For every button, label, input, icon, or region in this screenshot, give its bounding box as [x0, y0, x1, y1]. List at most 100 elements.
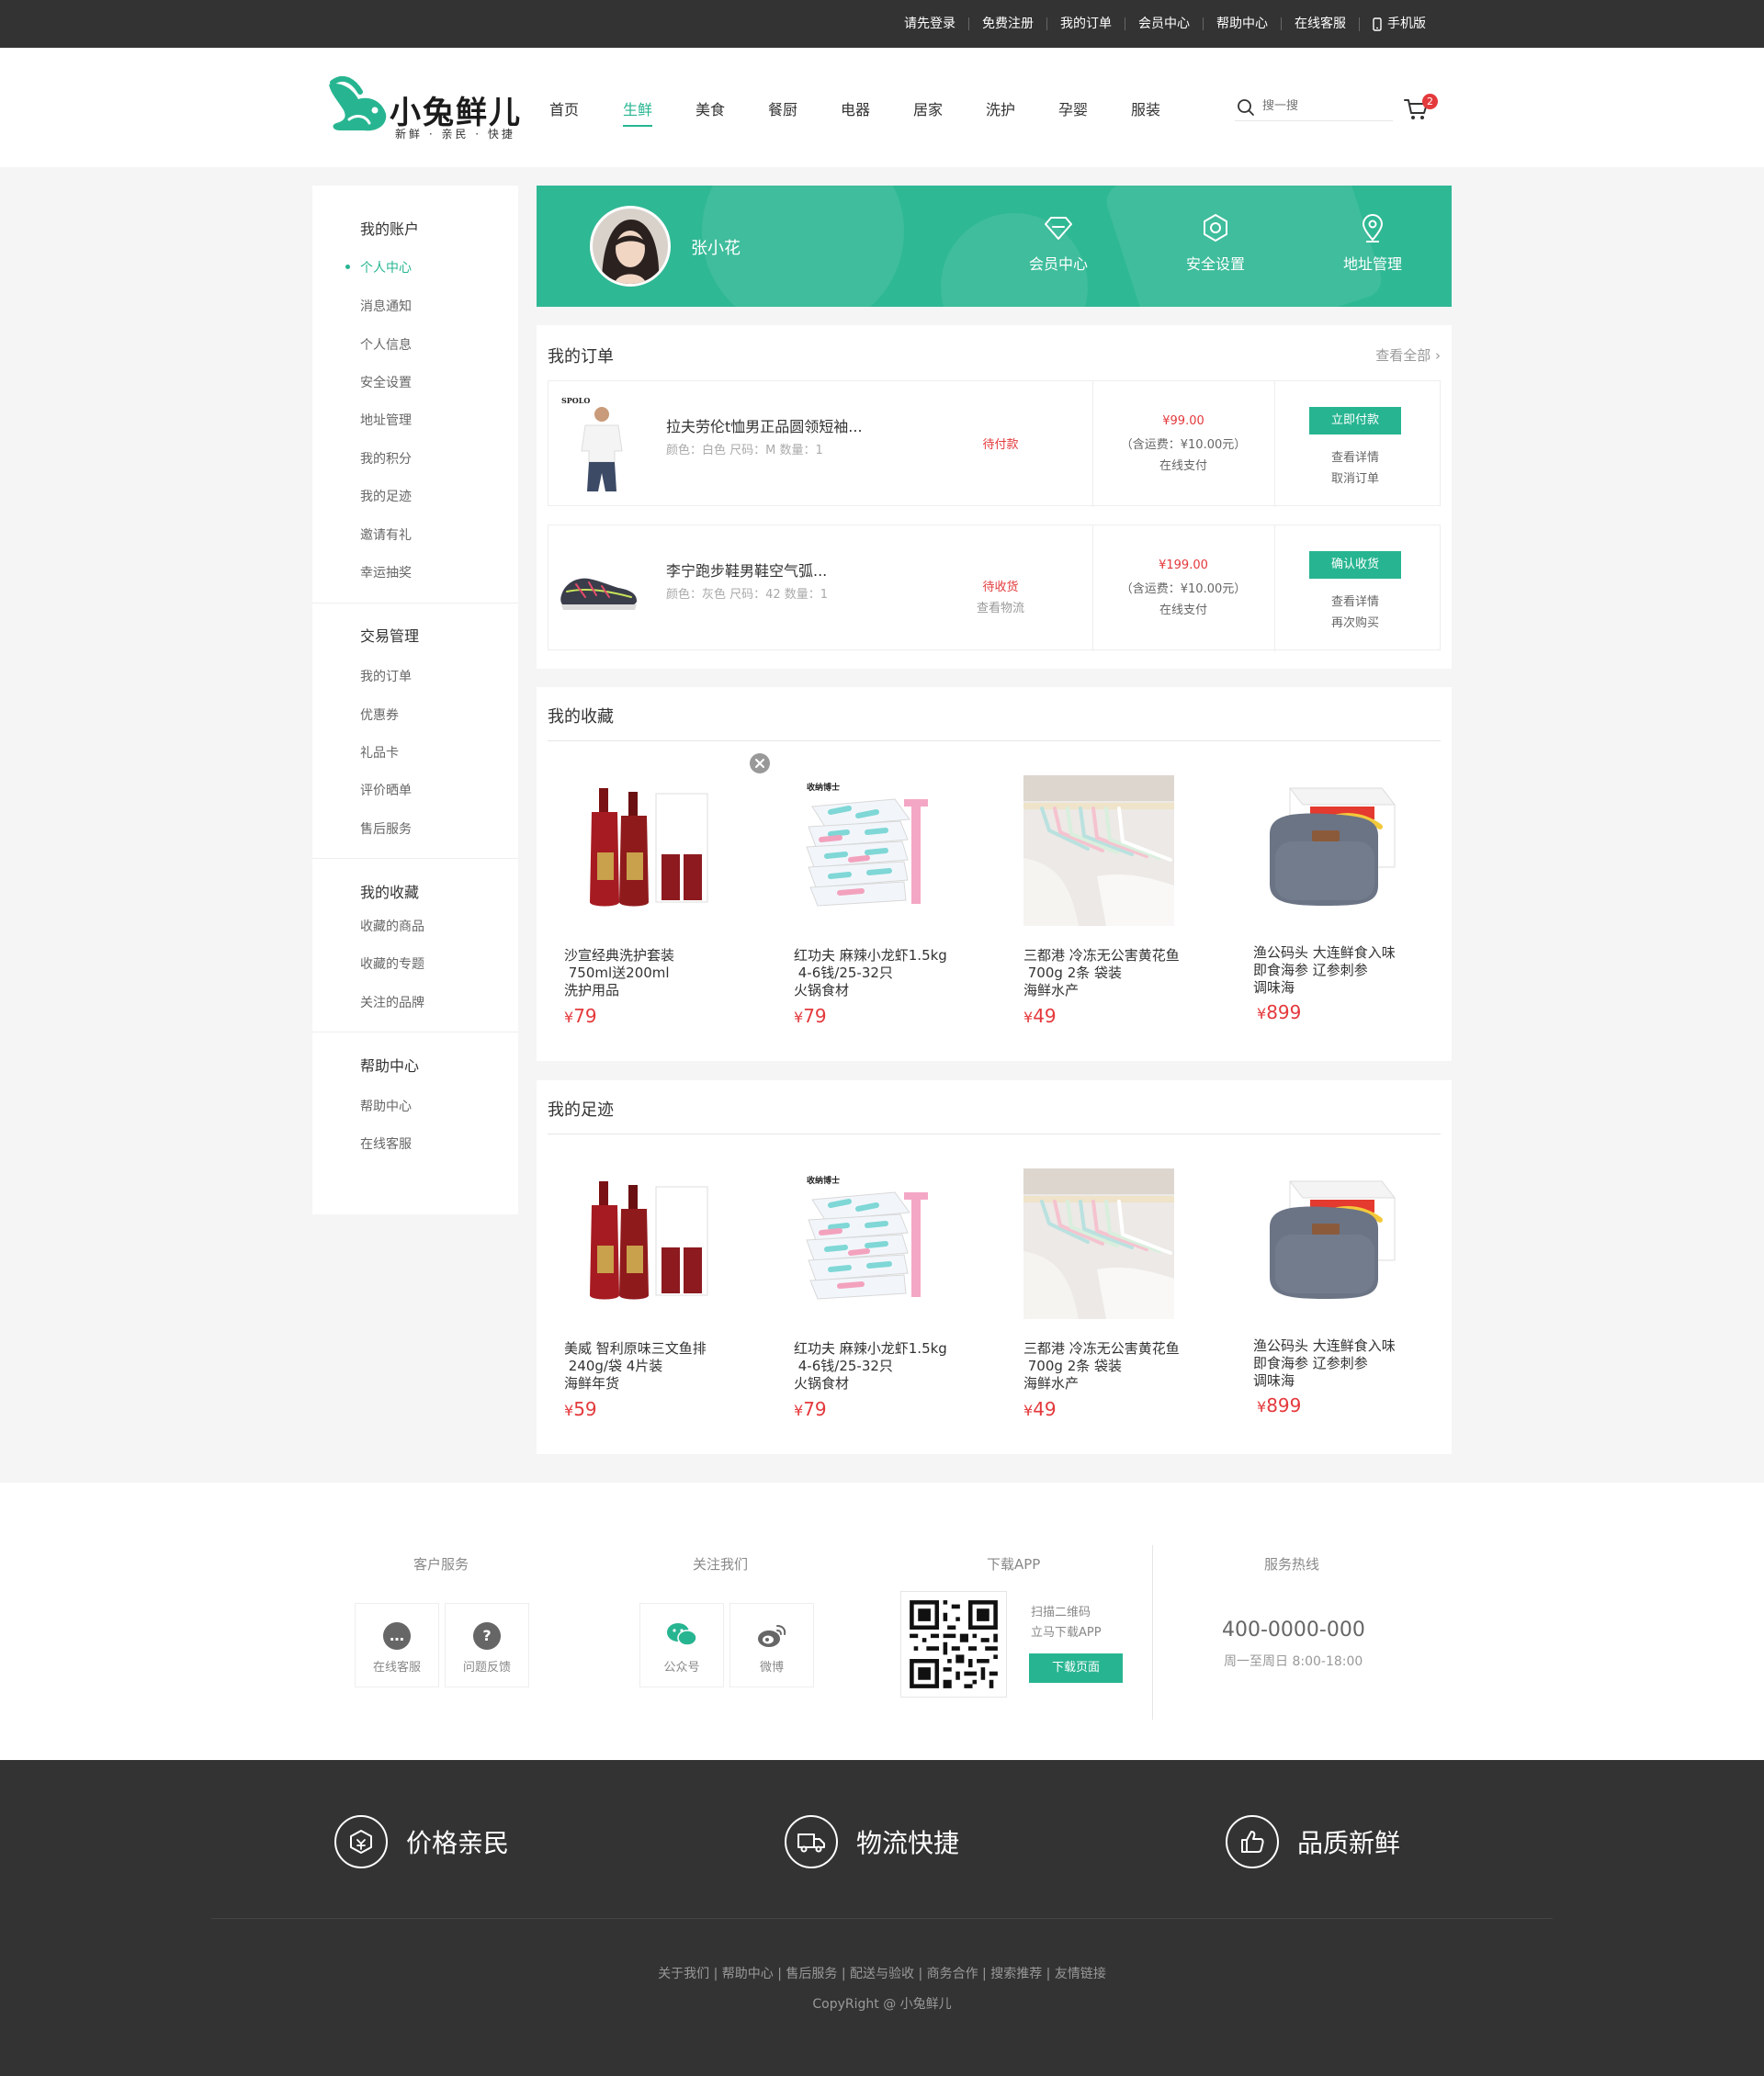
sidebar-item-orders[interactable]: 我的订单	[360, 667, 412, 685]
member-center-link-label: 会员中心	[1138, 17, 1190, 31]
close-icon[interactable]	[750, 753, 770, 773]
online-service-link-label: 在线客服	[1295, 17, 1346, 31]
sidebar-item-after-sales[interactable]: 售后服务	[360, 819, 412, 838]
track-logistics-link[interactable]: 查看物流	[964, 598, 1037, 615]
nav-home-living[interactable]: 居家	[913, 97, 943, 119]
location-pin-icon	[1363, 214, 1383, 243]
feedback-button[interactable]: ? 问题反馈	[445, 1603, 529, 1687]
product-card[interactable]: 渔公码头 大连鲜食入味 即食海参 辽参刺参 调味海 ¥899	[1253, 1168, 1455, 1435]
sidebar-item-help-center[interactable]: 帮助中心	[360, 1097, 412, 1115]
search-input[interactable]	[1262, 99, 1382, 113]
order-product-spec: 颜色：白色 尺码：M 数量：1	[666, 444, 823, 457]
register-link[interactable]: 免费注册	[968, 17, 1046, 30]
price-box-icon	[334, 1815, 388, 1868]
login-link[interactable]: 请先登录	[891, 17, 968, 30]
sidebar-item-invite[interactable]: 邀请有礼	[360, 525, 412, 544]
login-link-label: 请先登录	[904, 17, 956, 31]
help-center-link[interactable]: 帮助中心	[1203, 17, 1281, 30]
sidebar-item-fav-goods[interactable]: 收藏的商品	[360, 917, 424, 935]
price-value: 79	[803, 1398, 827, 1420]
address-manage-label: 地址管理	[1342, 255, 1402, 273]
member-center-button[interactable]: 会员中心	[1012, 213, 1104, 274]
footer-links[interactable]: 关于我们 | 帮助中心 | 售后服务 | 配送与验收 | 商务合作 | 搜索推荐…	[0, 1964, 1764, 1982]
sidebar-item-profile[interactable]: 个人信息	[360, 335, 412, 354]
nav-appliance[interactable]: 电器	[841, 97, 870, 119]
product-card[interactable]: 美威 智利原味三文鱼排 240g/袋 4片装 海鲜年货 ¥59	[564, 1168, 766, 1435]
nav-food[interactable]: 美食	[695, 97, 725, 119]
shoe-product-image[interactable]	[558, 560, 640, 615]
product-card[interactable]: 收纳博士 红功夫 麻辣小龙虾1.5kg 4-6钱/25-32只 火锅食材 ¥79	[794, 775, 996, 1042]
product-card[interactable]: 三都港 冷冻无公害黄花鱼 700g 2条 袋装 海鲜水产 ¥49	[1023, 1168, 1226, 1435]
order-shipping-fee: （含运费：¥10.00元）	[1120, 582, 1247, 596]
product-card[interactable]: 收纳博士 红功夫 麻辣小龙虾1.5kg 4-6钱/25-32只 火锅食材 ¥79	[794, 1168, 996, 1435]
tshirt-product-image[interactable]: SPOLO	[561, 396, 635, 497]
avatar[interactable]	[590, 206, 671, 287]
sidebar-item-gift-card[interactable]: 礼品卡	[360, 743, 399, 762]
search-icon[interactable]	[1237, 98, 1255, 117]
sidebar-item-reviews[interactable]: 评价晒单	[360, 781, 412, 799]
nav-baby[interactable]: 孕婴	[1058, 97, 1088, 119]
confirm-receipt-button[interactable]: 确认收货	[1309, 551, 1401, 579]
security-settings-button[interactable]: 安全设置	[1170, 213, 1261, 274]
nav-home[interactable]: 首页	[549, 97, 579, 119]
online-service-link[interactable]: 在线客服	[1281, 17, 1359, 30]
weibo-button[interactable]: 微博	[729, 1603, 814, 1687]
sidebar-title-help: 帮助中心	[360, 1057, 420, 1075]
sidebar-item-messages[interactable]: 消息通知	[360, 297, 412, 315]
truck-icon	[785, 1815, 838, 1868]
sidebar-item-address[interactable]: 地址管理	[360, 411, 412, 429]
download-page-button[interactable]: 下载页面	[1029, 1653, 1123, 1683]
footer-follow-title: 关注我们	[693, 1556, 749, 1573]
sidebar-item-points[interactable]: 我的积分	[360, 449, 412, 468]
buy-again-link[interactable]: 再次购买	[1274, 613, 1436, 630]
nav-clothing[interactable]: 服装	[1131, 97, 1160, 119]
hanger-product-image	[1023, 775, 1174, 926]
diamond-icon	[1045, 217, 1072, 240]
sidebar-item-coupons[interactable]: 优惠券	[360, 705, 399, 724]
sidebar-item-footprints[interactable]: 我的足迹	[360, 487, 412, 505]
thumb-up-icon	[1241, 1831, 1264, 1853]
cube-price-icon	[350, 1830, 372, 1854]
currency-symbol: ¥	[794, 1009, 804, 1026]
sidebar-item-fav-brands[interactable]: 关注的品牌	[360, 993, 424, 1011]
app-qr-code[interactable]	[900, 1591, 1007, 1698]
footprints-panel: 我的足迹 美威 智利原味三文鱼排 240g/袋 4片装 海鲜年货 ¥59 收纳博…	[537, 1080, 1452, 1454]
product-card[interactable]: 渔公码头 大连鲜食入味 即食海参 辽参刺参 调味海 ¥899	[1253, 775, 1455, 1042]
nav-kitchen[interactable]: 餐厨	[768, 97, 797, 119]
order-status: 待付款	[982, 438, 1019, 452]
address-manage-button[interactable]: 地址管理	[1327, 213, 1419, 274]
view-all-orders-link[interactable]: 查看全部 ›	[1375, 345, 1441, 365]
phone-icon	[1373, 17, 1382, 31]
cancel-order-link[interactable]: 取消订单	[1274, 468, 1436, 486]
favorites-panel: 我的收藏 沙宣经典洗护套装 750ml送200ml 洗护用品 ¥79 收纳博士	[537, 687, 1452, 1061]
sidebar-title-favorites: 我的收藏	[360, 884, 420, 901]
online-service-button[interactable]: … 在线客服	[355, 1603, 439, 1687]
security-settings-label: 安全设置	[1185, 255, 1245, 273]
vacuum-bag-product-image: 收纳博士	[806, 1175, 928, 1300]
sidebar-item-fav-topics[interactable]: 收藏的专题	[360, 954, 424, 973]
order-product-name[interactable]: 拉夫劳伦t恤男正品圆领短袖...	[666, 414, 863, 436]
sidebar-item-security[interactable]: 安全设置	[360, 373, 412, 391]
nav-fresh[interactable]: 生鲜	[623, 97, 653, 127]
sidebar-item-personal-center[interactable]: 个人中心	[360, 258, 412, 276]
sidebar-item-online-service[interactable]: 在线客服	[360, 1134, 412, 1153]
member-center-link[interactable]: 会员中心	[1125, 17, 1203, 30]
app-scan-text: 扫描二维码	[1031, 1606, 1091, 1619]
product-price: ¥79	[794, 1005, 827, 1027]
product-card[interactable]: 三都港 冷冻无公害黄花鱼 700g 2条 袋装 海鲜水产 ¥49	[1023, 775, 1226, 1042]
register-link-label: 免费注册	[982, 17, 1034, 31]
product-card[interactable]: 沙宣经典洗护套装 750ml送200ml 洗护用品 ¥79	[564, 775, 766, 1042]
order-product-name[interactable]: 李宁跑步鞋男鞋空气弧...	[666, 558, 827, 581]
price-value: 59	[573, 1398, 597, 1420]
sidebar-item-lottery[interactable]: 幸运抽奖	[360, 563, 412, 581]
rabbit-logo-icon[interactable]	[322, 73, 391, 143]
wechat-icon	[667, 1623, 697, 1646]
pay-now-button[interactable]: 立即付款	[1309, 407, 1401, 434]
currency-symbol: ¥	[1257, 1005, 1267, 1022]
mobile-link[interactable]: 手机版	[1359, 17, 1439, 31]
view-details-link[interactable]: 查看详情	[1274, 592, 1436, 609]
wechat-button[interactable]: 公众号	[639, 1603, 724, 1687]
my-orders-link[interactable]: 我的订单	[1046, 17, 1125, 30]
view-details-link[interactable]: 查看详情	[1274, 447, 1436, 465]
nav-care[interactable]: 洗护	[986, 97, 1015, 119]
